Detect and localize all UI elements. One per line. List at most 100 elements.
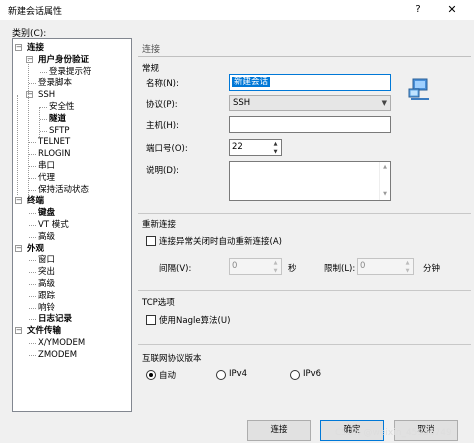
tree-connector xyxy=(29,83,36,85)
name-input[interactable]: 新建会话 xyxy=(229,74,391,91)
tree-item-label: 保持活动状态 xyxy=(38,184,90,195)
name-label: 名称(N): xyxy=(146,79,179,89)
ip-auto-radio[interactable] xyxy=(146,370,156,380)
connect-button[interactable]: 连接 xyxy=(247,420,311,441)
window-title: 新建会话属性 xyxy=(8,7,63,17)
tree-connector xyxy=(28,59,29,196)
tree-item-keep-alive[interactable]: 保持活动状态 xyxy=(38,184,89,196)
tree-connector xyxy=(29,236,36,238)
limit-spinner[interactable]: ▲ ▼ xyxy=(402,259,413,276)
protocol-label: 协议(P): xyxy=(146,100,178,110)
tcp-group-title: TCP选项 xyxy=(142,298,175,308)
tree-item-file-transfer[interactable]: 文件传输 xyxy=(27,325,61,337)
scroll-up-icon[interactable]: ▲ xyxy=(380,162,390,173)
port-input[interactable]: 22 ▲ ▼ xyxy=(229,139,282,156)
tree-item-serial[interactable]: 串口 xyxy=(38,160,55,172)
port-label: 端口号(O): xyxy=(146,144,188,154)
collapse-toggle-icon[interactable]: − xyxy=(15,327,22,335)
tree-item-appearance[interactable]: 外观 xyxy=(27,243,44,255)
spin-down-icon[interactable]: ▼ xyxy=(270,267,281,275)
spin-up-icon[interactable]: ▲ xyxy=(270,140,281,148)
ipv6-radio[interactable] xyxy=(290,370,300,380)
port-value: 22 xyxy=(232,142,243,152)
name-value: 新建会话 xyxy=(232,77,271,87)
nagle-label[interactable]: 使用Nagle算法(U) xyxy=(159,314,230,326)
tree-item-user-auth[interactable]: 用户身份验证 xyxy=(38,54,89,66)
host-label: 主机(H): xyxy=(146,121,179,131)
tree-connector xyxy=(40,107,47,108)
ip-auto-label[interactable]: 自动 xyxy=(159,369,176,381)
tree-item-security[interactable]: 安全性 xyxy=(49,101,75,113)
tree-item-window[interactable]: 窗口 xyxy=(38,254,55,266)
tree-item-appearance-advanced[interactable]: 高级 xyxy=(38,278,55,290)
tree-connector xyxy=(29,260,36,262)
tree-connector xyxy=(29,154,36,156)
tree-item-connection[interactable]: 连接 xyxy=(27,42,44,54)
header-divider xyxy=(138,56,471,57)
spin-up-icon[interactable]: ▲ xyxy=(402,259,413,267)
tree-connector xyxy=(29,354,36,356)
tree-connector xyxy=(29,307,36,309)
nagle-checkbox[interactable] xyxy=(146,315,156,325)
collapse-toggle-icon[interactable]: − xyxy=(15,197,22,205)
auto-reconnect-checkbox[interactable] xyxy=(146,236,156,246)
tree-item-login-prompts[interactable]: 登录提示符 xyxy=(49,66,92,78)
ipv4-radio[interactable] xyxy=(216,370,226,380)
tree-connector xyxy=(40,130,47,132)
scroll-down-icon[interactable]: ▼ xyxy=(380,189,390,200)
tree-item-telnet[interactable]: TELNET xyxy=(38,136,70,148)
auto-reconnect-label[interactable]: 连接异常关闭时自动重新连接(A) xyxy=(159,235,282,247)
tree-item-proxy[interactable]: 代理 xyxy=(38,172,55,184)
help-button[interactable]: ? xyxy=(410,1,426,19)
tree-item-login-script[interactable]: 登录脚本 xyxy=(38,77,72,89)
tree-item-zmodem[interactable]: ZMODEM xyxy=(38,349,77,361)
description-textarea[interactable]: ▲ ▼ xyxy=(229,161,391,201)
interval-input[interactable]: 0 ▲ ▼ xyxy=(229,258,282,275)
collapse-toggle-icon[interactable]: − xyxy=(15,44,22,51)
tree-connector xyxy=(29,343,36,344)
limit-unit: 分钟 xyxy=(423,264,441,274)
tree-item-label: 隧道 xyxy=(49,113,67,124)
collapse-toggle-icon[interactable]: − xyxy=(15,244,22,252)
close-button[interactable]: ✕ xyxy=(442,1,462,19)
description-scrollbar[interactable]: ▲ ▼ xyxy=(379,162,390,200)
tree-item-vt-mode[interactable]: VT 模式 xyxy=(38,219,69,231)
tree-item-label: 外观 xyxy=(27,243,45,254)
tree-connector xyxy=(29,213,36,215)
tree-item-trace[interactable]: 跟踪 xyxy=(38,290,55,302)
tree-item-terminal[interactable]: 终端 xyxy=(27,195,44,207)
divider xyxy=(138,290,471,291)
tree-item-sftp[interactable]: SFTP xyxy=(49,125,69,137)
spin-down-icon[interactable]: ▼ xyxy=(402,267,413,275)
spin-up-icon[interactable]: ▲ xyxy=(270,259,281,267)
limit-input[interactable]: 0 ▲ ▼ xyxy=(357,258,414,275)
tree-connector xyxy=(29,319,36,321)
tree-item-ssh[interactable]: SSH xyxy=(38,89,55,101)
tree-item-label: 跟踪 xyxy=(38,290,56,301)
tree-item-tunnel[interactable]: 隧道 xyxy=(49,113,66,125)
tree-item-highlight[interactable]: 突出 xyxy=(38,266,55,278)
session-properties-dialog: 新建会话属性 ? ✕ 类别(C): − 连接 − 用户身份验证 登录提示符 登录脚本 − SS… xyxy=(0,0,474,443)
title-bar: 新建会话属性 ? ✕ xyxy=(0,0,474,20)
category-tree[interactable]: − 连接 − 用户身份验证 登录提示符 登录脚本 − SSH 安全性 隧道 SFTP TELNET RL… xyxy=(12,38,132,412)
port-spinner[interactable]: ▲ ▼ xyxy=(270,140,281,157)
protocol-select[interactable]: SSH ▼ xyxy=(229,95,391,111)
interval-spinner[interactable]: ▲ ▼ xyxy=(270,259,281,276)
tree-item-label: SSH xyxy=(38,90,56,101)
tree-item-keyboard[interactable]: 键盘 xyxy=(38,207,55,219)
tree-item-label: 安全性 xyxy=(49,102,75,112)
tree-item-rlogin[interactable]: RLOGIN xyxy=(38,148,70,160)
tree-connector xyxy=(29,225,36,226)
tree-item-bell[interactable]: 响铃 xyxy=(38,302,55,314)
host-input[interactable] xyxy=(229,116,391,133)
ipv4-label[interactable]: IPv4 xyxy=(229,369,247,379)
limit-label: 限制(L): xyxy=(324,264,356,274)
interval-value: 0 xyxy=(232,261,238,271)
general-group-title: 常规 xyxy=(142,64,160,74)
tree-connector xyxy=(17,95,18,196)
tree-item-terminal-advanced[interactable]: 高级 xyxy=(38,231,55,243)
ipv6-label[interactable]: IPv6 xyxy=(303,369,321,379)
tree-item-logging[interactable]: 日志记录 xyxy=(38,313,72,325)
spin-down-icon[interactable]: ▼ xyxy=(270,148,281,156)
tree-item-xymodem[interactable]: X/YMODEM xyxy=(38,337,85,349)
